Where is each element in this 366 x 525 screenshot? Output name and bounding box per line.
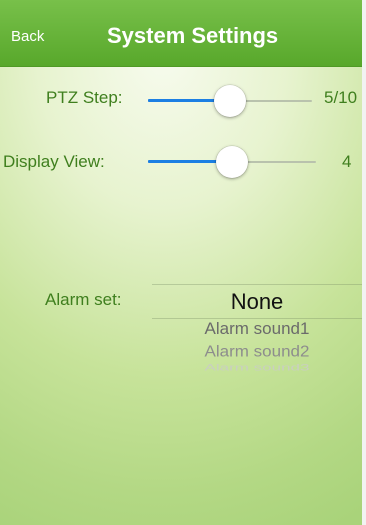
- display-view-value: 4: [342, 152, 352, 171]
- picker-top-divider: [152, 284, 362, 285]
- alarm-set-label: Alarm set:: [45, 290, 122, 309]
- display-view-label: Display View:: [3, 152, 105, 171]
- picker-selected-value[interactable]: None: [152, 289, 362, 315]
- display-view-slider[interactable]: [148, 145, 316, 179]
- ptz-step-slider-thumb[interactable]: [214, 85, 246, 117]
- ptz-step-value: 5/10: [324, 88, 358, 107]
- picker-option[interactable]: Alarm sound3: [152, 362, 362, 373]
- picker-option[interactable]: Alarm sound1: [152, 319, 362, 339]
- picker-option[interactable]: Alarm sound2: [152, 343, 362, 361]
- navigation-bar: Back System Settings: [0, 0, 362, 67]
- ptz-step-label: PTZ Step:: [46, 88, 123, 107]
- ptz-step-slider[interactable]: [148, 84, 312, 118]
- alarm-sound-picker[interactable]: None Alarm sound1 Alarm sound2 Alarm sou…: [152, 283, 362, 378]
- display-view-slider-thumb[interactable]: [216, 146, 248, 178]
- system-settings-screen: Back System Settings PTZ Step: 5/10 Disp…: [0, 0, 362, 525]
- back-button[interactable]: Back: [11, 28, 44, 45]
- page-title: System Settings: [107, 23, 279, 48]
- screen-edge: [362, 0, 366, 525]
